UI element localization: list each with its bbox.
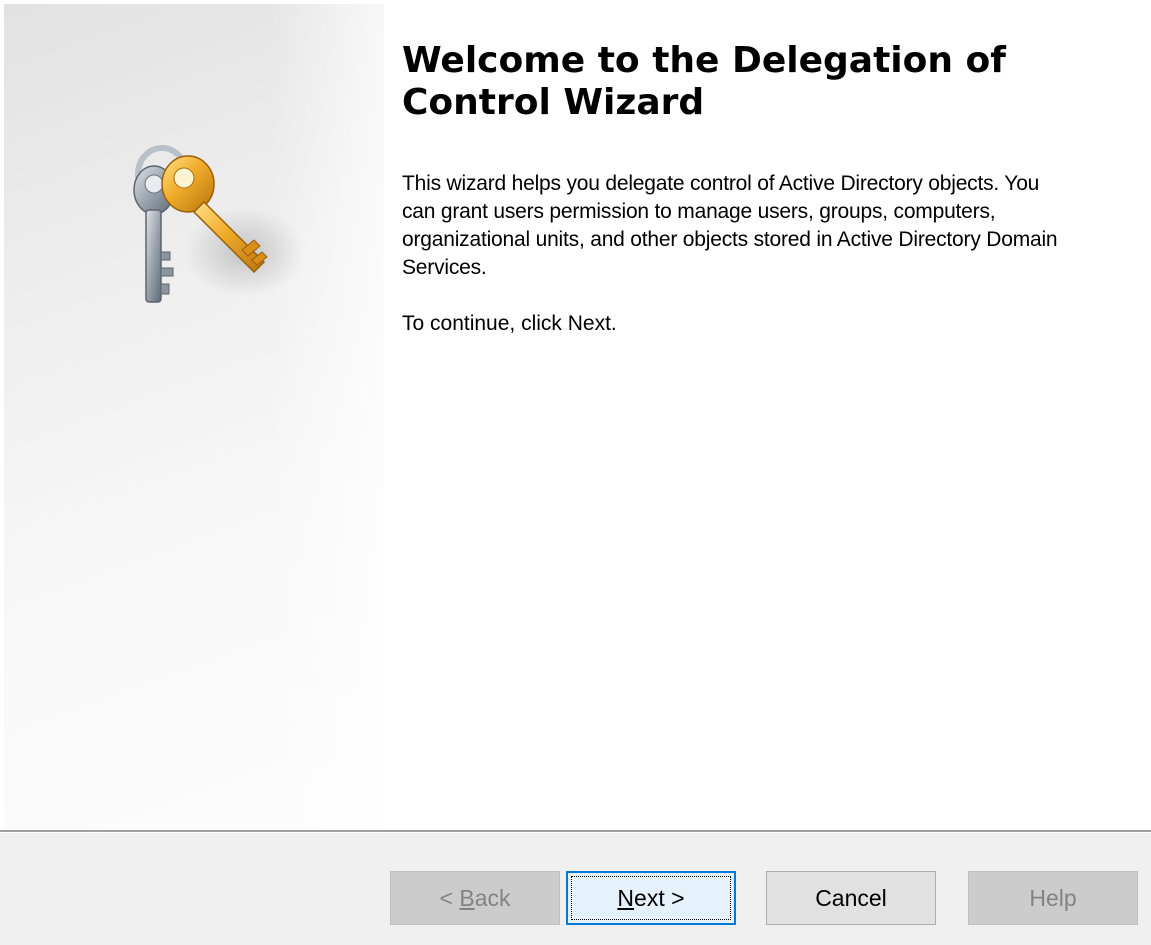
page-title: Welcome to the Delegation of Control Wiz… [402,40,1006,123]
button-bar: < Back Next > Cancel Help [0,833,1151,945]
wizard-description: This wizard helps you delegate control o… [402,172,1058,279]
delegation-wizard-dialog: Welcome to the Delegation of Control Wiz… [0,0,1151,945]
back-button[interactable]: < Back [390,871,560,925]
help-button[interactable]: Help [968,871,1138,925]
cancel-button[interactable]: Cancel [766,871,936,925]
keys-icon [133,145,304,303]
next-button[interactable]: Next > [566,871,736,925]
wizard-side-banner [4,4,384,830]
wizard-content: Welcome to the Delegation of Control Wiz… [402,40,1122,338]
continue-instruction: To continue, click Next. [402,312,617,335]
